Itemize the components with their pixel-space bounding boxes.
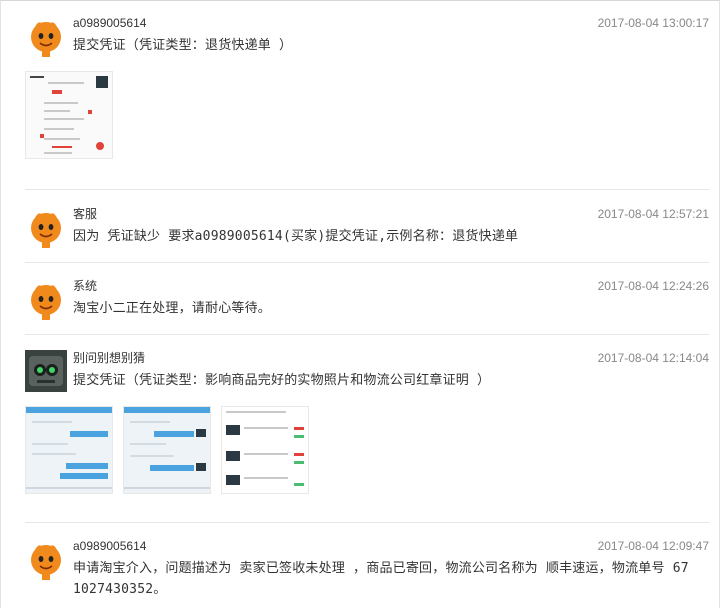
evidence-thumbnail[interactable] — [221, 406, 309, 494]
sender-name: 别问别想别猜 — [73, 351, 146, 365]
timestamp: 2017-08-04 12:14:04 — [597, 351, 709, 365]
message-text: 提交凭证（凭证类型：退货快递单 ） — [73, 38, 293, 53]
message-text-line-1: 申请淘宝介入，问题描述为 卖家已签收未处理 ，商品已寄回，物流公司名称为 顺丰速… — [73, 561, 689, 576]
log-entry: a0989005614 2017-08-04 12:09:47 申请淘宝介入，问… — [25, 538, 709, 604]
evidence-thumbnail[interactable] — [25, 406, 113, 494]
log-entry: 客服 2017-08-04 12:57:21 因为 凭证缺少 要求a098900… — [25, 206, 709, 250]
avatar — [25, 15, 67, 57]
message-text: 因为 凭证缺少 要求a0989005614(买家)提交凭证,示例名称：退货快递单 — [73, 229, 519, 244]
message-text: 提交凭证（凭证类型：影响商品完好的实物照片和物流公司红章证明 ） — [73, 373, 491, 388]
timestamp: 2017-08-04 12:57:21 — [597, 207, 709, 221]
divider — [25, 262, 709, 263]
evidence-thumbnail[interactable] — [25, 71, 113, 159]
message-text-line-2: 1027430352。 — [73, 582, 167, 597]
message-text: 淘宝小二正在处理，请耐心等待。 — [73, 301, 272, 316]
divider — [25, 334, 709, 335]
avatar — [25, 538, 67, 580]
avatar — [25, 206, 67, 248]
log-entry: a0989005614 2017-08-04 13:00:17 提交凭证（凭证类… — [25, 15, 709, 165]
sender-name: 系统 — [73, 279, 98, 293]
log-entry: 系统 2017-08-04 12:24:26 淘宝小二正在处理，请耐心等待。 — [25, 278, 709, 322]
timestamp: 2017-08-04 12:09:47 — [597, 539, 709, 553]
divider — [25, 189, 709, 190]
avatar — [25, 278, 67, 320]
sender-name: 客服 — [73, 207, 98, 221]
divider — [25, 522, 709, 523]
avatar — [25, 350, 67, 392]
sender-name: a0989005614 — [73, 539, 147, 553]
timestamp: 2017-08-04 12:24:26 — [597, 279, 709, 293]
timestamp: 2017-08-04 13:00:17 — [597, 16, 709, 30]
evidence-thumbnail[interactable] — [123, 406, 211, 494]
log-entry: 别问别想别猜 2017-08-04 12:14:04 提交凭证（凭证类型：影响商… — [25, 350, 709, 500]
dispute-log-panel: a0989005614 2017-08-04 13:00:17 提交凭证（凭证类… — [0, 0, 720, 608]
sender-name: a0989005614 — [73, 16, 147, 30]
